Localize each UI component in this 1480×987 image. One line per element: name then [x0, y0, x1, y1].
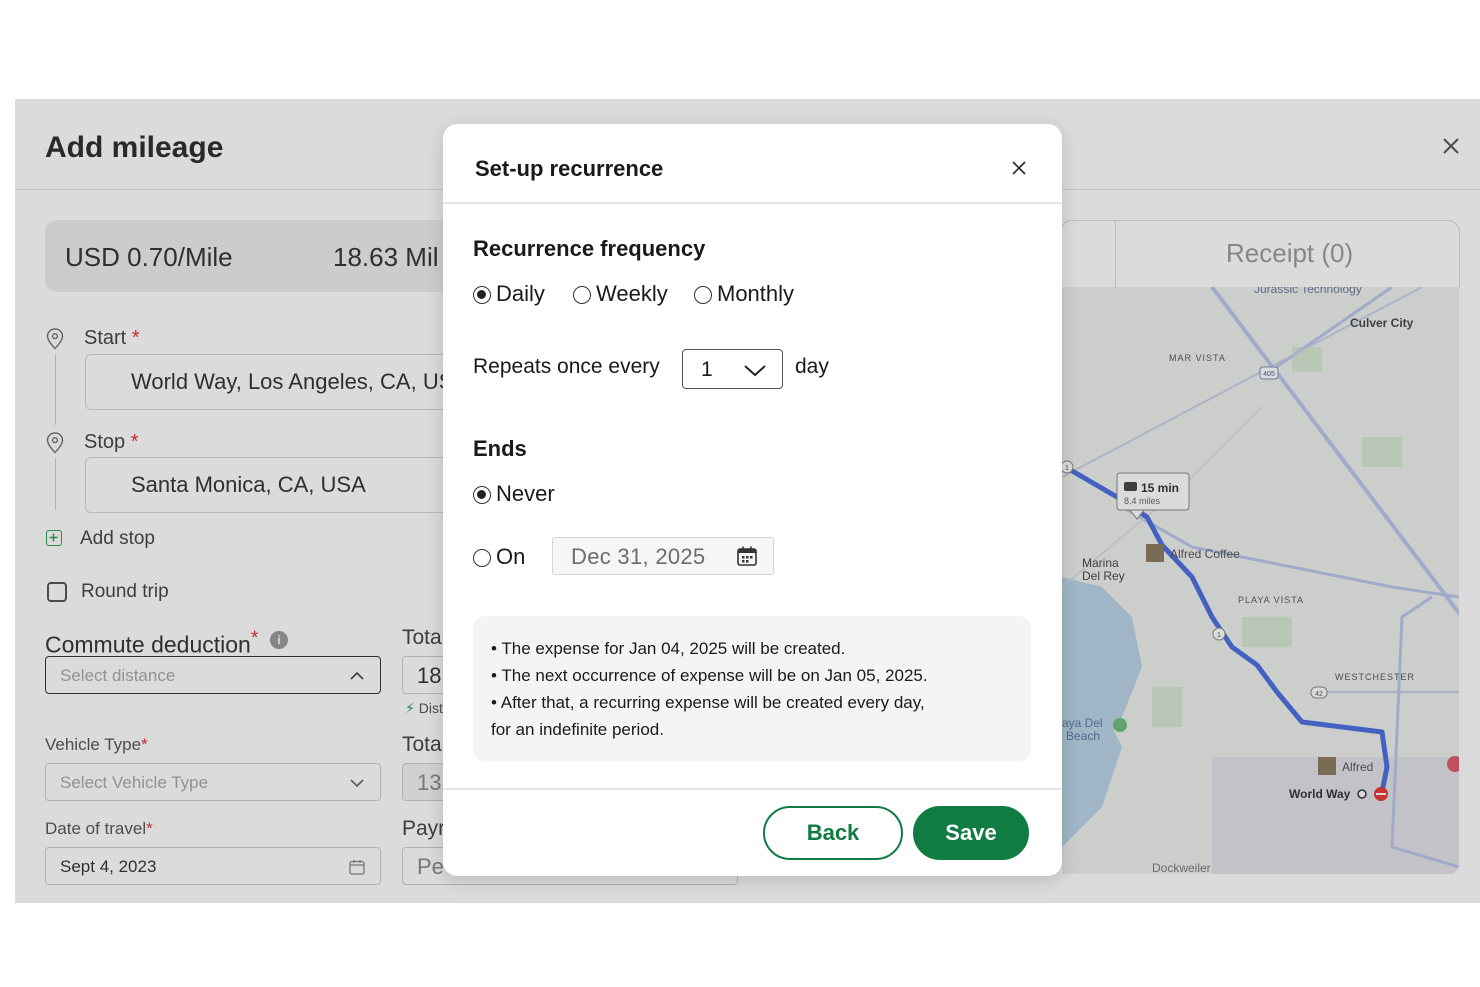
- recurrence-modal: Set-up recurrence Recurrence frequency D…: [443, 124, 1062, 876]
- ends-on-label: On: [496, 544, 526, 569]
- radio-monthly[interactable]: [694, 286, 712, 304]
- end-date-field[interactable]: Dec 31, 2025: [552, 537, 774, 575]
- summary-line: • The expense for Jan 04, 2025 will be c…: [491, 639, 846, 658]
- option-weekly-label: Weekly: [596, 281, 668, 306]
- recurrence-summary: • The expense for Jan 04, 2025 will be c…: [473, 616, 1031, 761]
- radio-ends-never[interactable]: [473, 486, 491, 504]
- radio-ends-on[interactable]: [473, 549, 491, 567]
- summary-line: for an indefinite period.: [491, 720, 664, 739]
- repeats-interval-select[interactable]: 1: [682, 349, 783, 389]
- back-button[interactable]: Back: [763, 806, 903, 860]
- frequency-heading: Recurrence frequency: [473, 236, 706, 261]
- repeats-label: Repeats once every: [473, 355, 660, 378]
- divider: [443, 788, 1062, 790]
- end-date-value: Dec 31, 2025: [571, 544, 706, 569]
- repeats-unit: day: [795, 355, 829, 378]
- summary-line: • The next occurrence of expense will be…: [491, 666, 928, 685]
- calendar-icon[interactable]: [736, 545, 758, 567]
- ends-never-label: Never: [496, 481, 555, 506]
- save-button[interactable]: Save: [913, 806, 1029, 860]
- repeats-interval-value: 1: [701, 358, 713, 381]
- close-icon[interactable]: [1009, 158, 1029, 178]
- divider: [443, 202, 1062, 204]
- option-daily-label: Daily: [496, 281, 545, 306]
- radio-weekly[interactable]: [573, 286, 591, 304]
- summary-line: • After that, a recurring expense will b…: [491, 693, 925, 712]
- radio-daily[interactable]: [473, 286, 491, 304]
- ends-heading: Ends: [473, 436, 527, 461]
- chevron-down-icon: [744, 365, 766, 377]
- option-monthly-label: Monthly: [717, 281, 795, 306]
- modal-title: Set-up recurrence: [475, 156, 664, 181]
